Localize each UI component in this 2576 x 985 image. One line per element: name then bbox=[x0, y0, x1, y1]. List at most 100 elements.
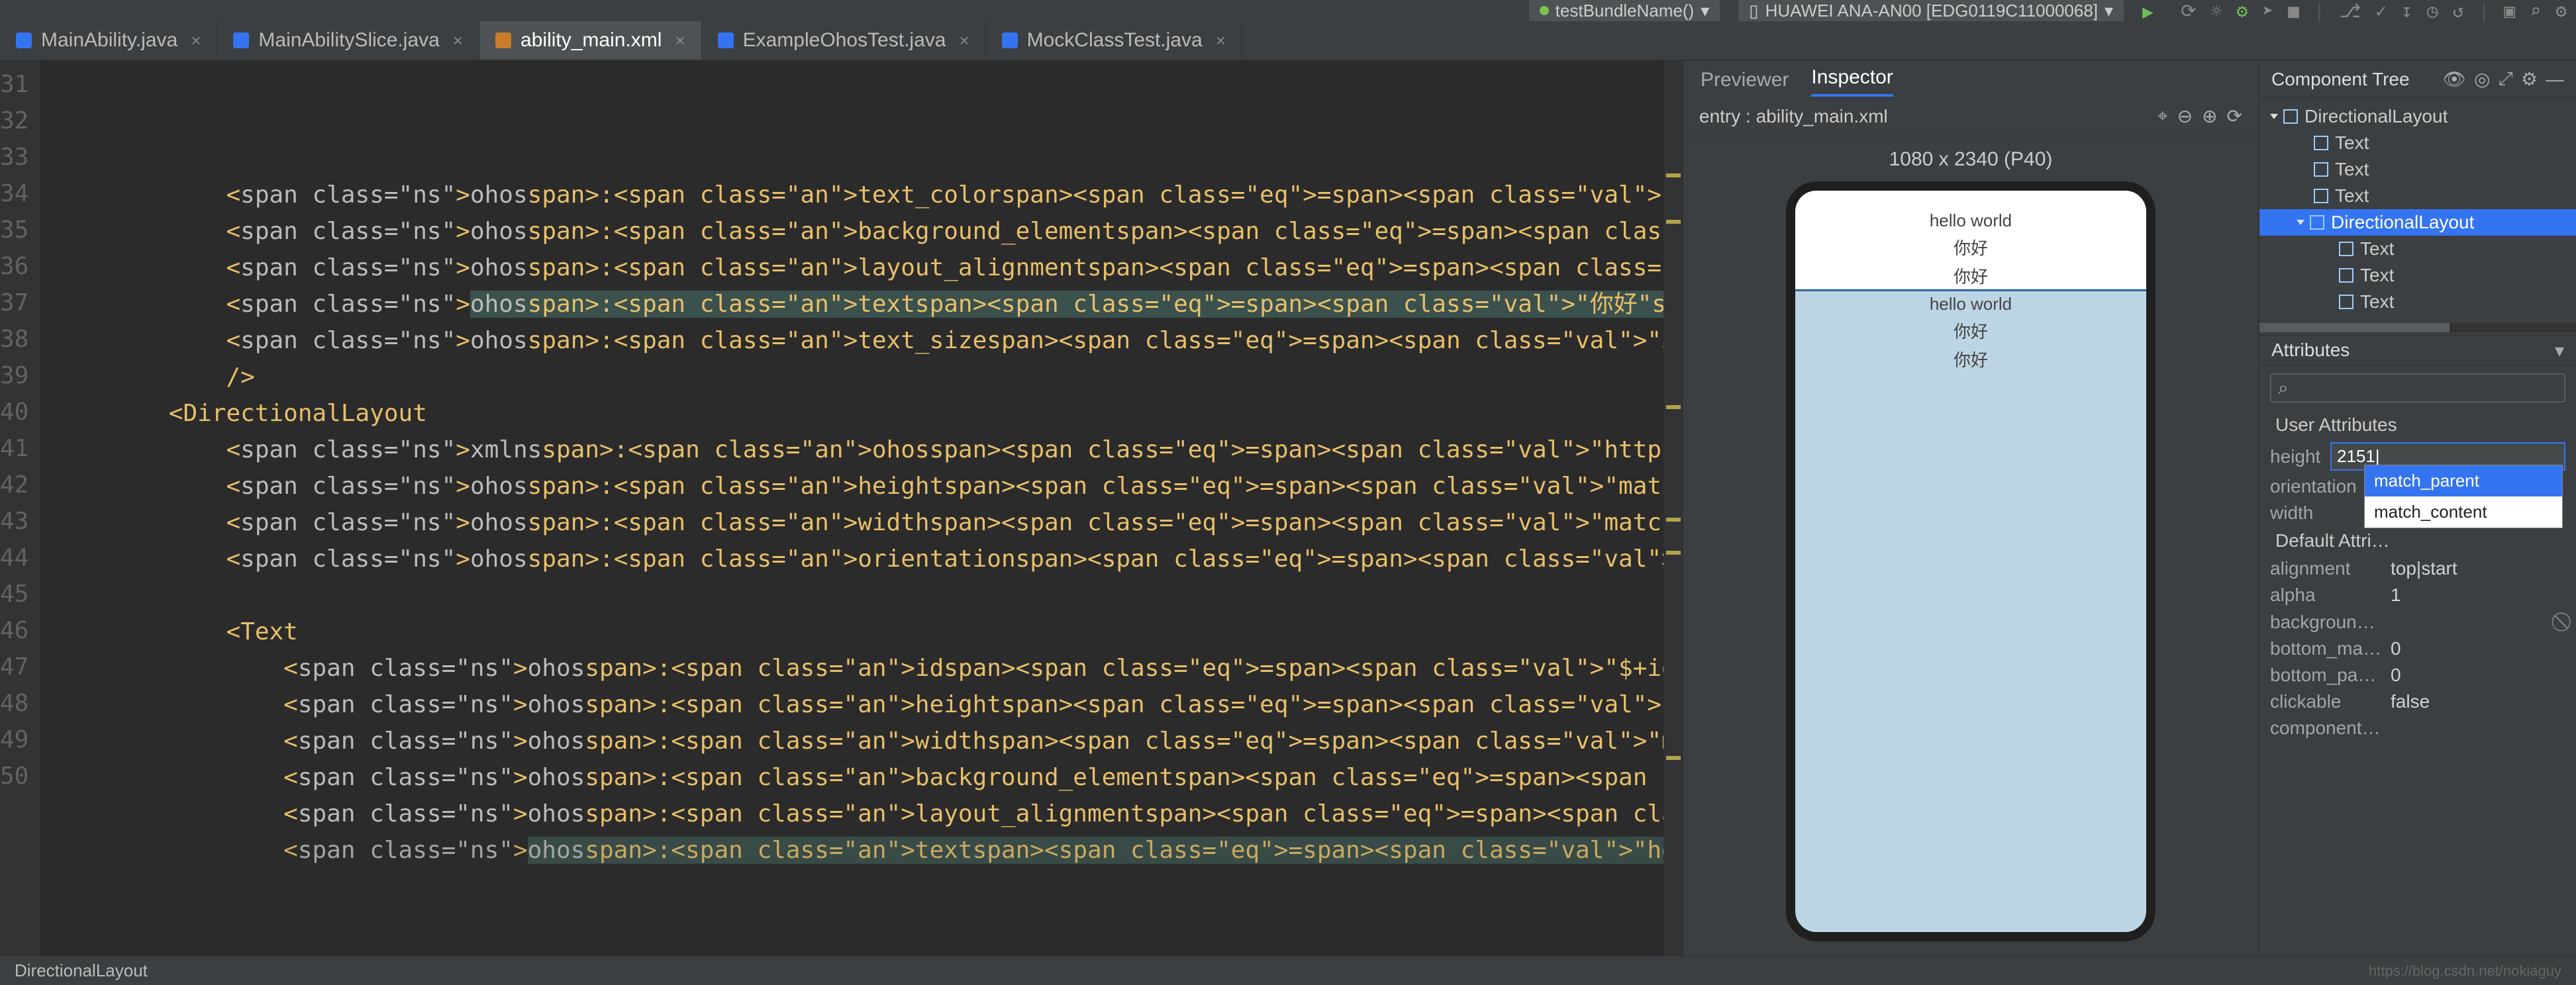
close-icon[interactable]: × bbox=[675, 30, 685, 51]
minimize-icon[interactable]: — bbox=[2546, 69, 2564, 90]
line-number: 42 bbox=[0, 467, 28, 503]
attribute-row[interactable]: alignmenttop|start bbox=[2259, 555, 2576, 582]
attr-value[interactable]: 0 bbox=[2391, 665, 2565, 686]
rerun-icon[interactable]: ⟳ bbox=[2181, 0, 2196, 22]
tab-exampleohostest[interactable]: ExampleOhosTest.java× bbox=[702, 21, 986, 60]
tree-node-label: DirectionalLayout bbox=[2331, 212, 2474, 233]
line-number: 45 bbox=[0, 576, 28, 612]
pull-icon[interactable]: ↧ bbox=[2401, 0, 2412, 22]
code-editor[interactable]: 3132333435363738394041424344454647484950… bbox=[0, 61, 1682, 985]
attr-value[interactable]: 0 bbox=[2391, 638, 2565, 659]
expand-icon[interactable]: ⤢ bbox=[2498, 68, 2512, 90]
line-number: 38 bbox=[0, 321, 28, 357]
horizontal-scrollbar[interactable] bbox=[2259, 323, 2576, 332]
scrollbar-thumb[interactable] bbox=[2259, 323, 2450, 332]
expand-toggle-icon[interactable] bbox=[2297, 220, 2304, 225]
tab-mockclasstest[interactable]: MockClassTest.java× bbox=[986, 21, 1242, 60]
line-number: 41 bbox=[0, 430, 28, 467]
locate-icon[interactable]: ⌖ bbox=[2157, 105, 2168, 127]
tab-previewer[interactable]: Previewer bbox=[1701, 69, 1789, 97]
expand-toggle-icon[interactable] bbox=[2270, 114, 2278, 119]
box-icon[interactable]: ▣ bbox=[2504, 0, 2515, 22]
device-selector[interactable]: ▯ HUAWEI ANA-AN00 [EDG0119C11000068] ▾ bbox=[1738, 0, 2124, 24]
collapse-icon[interactable]: ▾ bbox=[2555, 340, 2564, 361]
dropdown-option[interactable]: match_parent bbox=[2365, 465, 2562, 496]
default-attributes-section-header[interactable]: Default Attri… bbox=[2259, 526, 2576, 555]
line-number: 32 bbox=[0, 103, 28, 139]
dropdown-option[interactable]: match_content bbox=[2365, 496, 2562, 528]
close-icon[interactable]: × bbox=[959, 30, 969, 51]
preview-text-hello-2: hello world bbox=[1795, 289, 2146, 316]
component-icon bbox=[2314, 162, 2328, 177]
attach-icon[interactable]: ➤ bbox=[2262, 0, 2273, 22]
tree-node[interactable]: DirectionalLayout bbox=[2259, 103, 2576, 130]
target-icon[interactable]: ◎ bbox=[2474, 68, 2490, 90]
gear-icon[interactable]: ⚙ bbox=[2521, 68, 2538, 90]
chevron-down-icon: ▾ bbox=[1701, 1, 1709, 21]
history-icon[interactable]: ◷ bbox=[2427, 0, 2438, 22]
zoom-out-icon[interactable]: ⊖ bbox=[2177, 105, 2193, 127]
line-number: 36 bbox=[0, 248, 28, 285]
tree-node[interactable]: Text bbox=[2259, 262, 2576, 289]
attribute-row[interactable]: alpha1 bbox=[2259, 582, 2576, 608]
tree-node[interactable]: Text bbox=[2259, 183, 2576, 209]
watermark-text: https://blog.csdn.net/nokiaguy bbox=[2369, 962, 2561, 980]
attribute-row[interactable]: component_… bbox=[2259, 715, 2576, 741]
user-attributes-section-header[interactable]: User Attributes bbox=[2259, 410, 2576, 440]
java-file-icon bbox=[233, 32, 249, 48]
close-icon[interactable]: × bbox=[1216, 30, 1226, 51]
tree-node[interactable]: Text bbox=[2259, 289, 2576, 315]
tree-node[interactable]: Text bbox=[2259, 156, 2576, 183]
attribute-row[interactable]: bottom_mar…0 bbox=[2259, 635, 2576, 662]
java-file-icon bbox=[16, 32, 32, 48]
error-stripe[interactable] bbox=[1663, 61, 1682, 985]
attributes-title: Attributes bbox=[2271, 340, 2350, 361]
commit-icon[interactable]: ✓ bbox=[2375, 0, 2387, 22]
tab-mainabilityslice[interactable]: MainAbilitySlice.java× bbox=[217, 21, 479, 60]
tab-ability-main-xml[interactable]: ability_main.xml× bbox=[479, 21, 702, 60]
tree-node[interactable]: DirectionalLayout bbox=[2259, 209, 2576, 236]
height-suggestions-dropdown[interactable]: match_parentmatch_content bbox=[2364, 465, 2563, 528]
git-icon[interactable]: ⎇ bbox=[2340, 0, 2361, 22]
run-config-label: testBundleName() bbox=[1556, 1, 1695, 21]
component-icon bbox=[2314, 136, 2328, 150]
attributes-header: Attributes ▾ bbox=[2259, 335, 2576, 365]
tab-inspector[interactable]: Inspector bbox=[1811, 66, 1893, 97]
component-tree[interactable]: DirectionalLayoutTextTextTextDirectional… bbox=[2259, 98, 2576, 320]
device-preview-canvas[interactable]: hello world 你好 你好 hello world 你好 你好 bbox=[1683, 177, 2258, 985]
run-icon[interactable]: ▶ bbox=[2142, 1, 2162, 21]
attribute-row[interactable]: bottom_pad…0 bbox=[2259, 662, 2576, 688]
profile-icon[interactable]: ⚙ bbox=[2236, 0, 2248, 22]
previewer-panel: Previewer Inspector entry : ability_main… bbox=[1682, 61, 2258, 985]
tree-node[interactable]: Text bbox=[2259, 130, 2576, 156]
previewer-tabs: Previewer Inspector bbox=[1683, 61, 2258, 97]
attribute-row[interactable]: clickablefalse bbox=[2259, 688, 2576, 715]
search-icon[interactable]: ⌕ bbox=[2530, 0, 2541, 22]
attr-value[interactable]: top|start bbox=[2391, 558, 2565, 579]
settings-icon[interactable]: ⚙ bbox=[2555, 0, 2567, 22]
tree-node-label: Text bbox=[2360, 238, 2394, 259]
preview-text-nihao-3: 你好 bbox=[1795, 316, 2146, 344]
stop-icon[interactable]: ■ bbox=[2288, 0, 2299, 22]
rollback-icon[interactable]: ↺ bbox=[2453, 0, 2464, 22]
settings-icon[interactable]: ⟳ bbox=[2227, 105, 2242, 127]
run-config-selector[interactable]: testBundleName() ▾ bbox=[1529, 0, 1720, 24]
attributes-search-input[interactable]: ⌕ bbox=[2270, 373, 2565, 402]
zoom-in-icon[interactable]: ⊕ bbox=[2202, 105, 2217, 127]
java-file-icon bbox=[1002, 32, 1018, 48]
breadcrumb[interactable]: DirectionalLayout bbox=[15, 961, 148, 981]
close-icon[interactable]: × bbox=[191, 30, 201, 51]
tab-mainability[interactable]: MainAbility.java× bbox=[0, 21, 217, 60]
debug-icon[interactable]: ☼ bbox=[2211, 0, 2222, 22]
preview-text-nihao-2: 你好 bbox=[1795, 261, 2146, 289]
tree-node[interactable]: Text bbox=[2259, 236, 2576, 262]
tree-node-label: Text bbox=[2335, 185, 2369, 207]
java-file-icon bbox=[718, 32, 734, 48]
attribute-row[interactable]: background…⃠ bbox=[2259, 608, 2576, 635]
eye-icon[interactable]: 👁 bbox=[2443, 68, 2467, 90]
attr-value[interactable]: 1 bbox=[2391, 585, 2565, 606]
attr-value[interactable]: false bbox=[2391, 691, 2565, 712]
line-number: 44 bbox=[0, 539, 28, 576]
xml-file-icon bbox=[495, 32, 511, 48]
close-icon[interactable]: × bbox=[453, 30, 463, 51]
